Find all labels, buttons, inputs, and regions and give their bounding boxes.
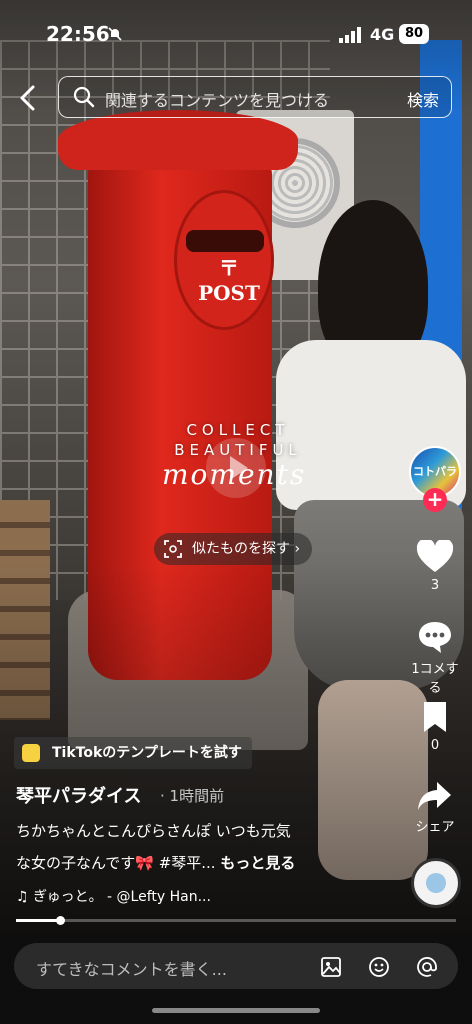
caption-text-2: な女の子なんです🎀 #琴平... bbox=[16, 854, 216, 872]
like-button[interactable]: 3 bbox=[405, 540, 465, 593]
playback-scrubber-handle[interactable] bbox=[56, 916, 65, 925]
caption-line-2: な女の子なんです🎀 #琴平... もっと見る bbox=[16, 852, 295, 873]
overlay-line-3: moments bbox=[162, 458, 307, 491]
music-disc-icon[interactable] bbox=[411, 858, 461, 908]
find-similar-button[interactable]: 似たものを探す › bbox=[154, 533, 313, 565]
signal-icon bbox=[339, 27, 361, 43]
template-label: TikTokのテンプレートを試す bbox=[52, 745, 242, 761]
comment-count: 1コメする bbox=[411, 662, 459, 696]
back-arrow-icon[interactable] bbox=[16, 84, 40, 112]
scan-icon bbox=[164, 540, 182, 558]
music-label[interactable]: ♫ ぎゅっと。 - @Lefty Han... bbox=[16, 886, 211, 906]
template-chip[interactable]: TikTokのテンプレートを試す bbox=[14, 737, 252, 769]
post-time: · 1時間前 bbox=[160, 787, 225, 805]
author-name[interactable]: 琴平パラダイス bbox=[16, 782, 141, 808]
comment-button[interactable]: 1コメする bbox=[405, 620, 465, 696]
battery-level: 80 bbox=[399, 24, 429, 44]
playback-progress-fill bbox=[16, 919, 60, 922]
save-count: 0 bbox=[430, 738, 440, 753]
share-arrow-icon bbox=[418, 782, 451, 810]
share-label: シェア bbox=[415, 820, 455, 835]
comment-input[interactable]: すてきなコメントを書く... bbox=[14, 943, 458, 989]
overlay-line-1: COLLECT bbox=[186, 421, 290, 439]
home-indicator bbox=[152, 1008, 320, 1013]
share-button[interactable]: シェア bbox=[405, 780, 465, 835]
like-count: 3 bbox=[430, 578, 440, 593]
follow-plus-button[interactable]: + bbox=[423, 488, 447, 512]
search-icon bbox=[73, 86, 95, 108]
comment-bubble-icon bbox=[419, 622, 451, 653]
image-icon[interactable] bbox=[320, 956, 342, 978]
emoji-icon[interactable] bbox=[368, 956, 390, 978]
search-button[interactable]: 検索 bbox=[407, 87, 439, 111]
see-more-link[interactable]: もっと見る bbox=[220, 854, 295, 872]
avatar-text: コトパラ bbox=[413, 465, 457, 478]
playback-progress-bar[interactable] bbox=[16, 916, 456, 925]
search-bar[interactable]: 関連するコンテンツを見つける 検索 bbox=[58, 76, 452, 118]
template-icon bbox=[22, 744, 40, 762]
find-similar-label: 似たものを探す bbox=[192, 541, 290, 557]
status-bar: 22:56 4G 80 bbox=[0, 0, 472, 64]
status-time: 22:56 bbox=[46, 22, 110, 46]
caption-line-1: ちかちゃんとこんぴらさんぽ いつも元気 bbox=[16, 822, 291, 840]
bookmark-icon bbox=[424, 702, 446, 732]
bell-muted-icon bbox=[108, 27, 122, 41]
search-placeholder: 関連するコンテンツを見つける bbox=[105, 91, 330, 110]
network-label: 4G bbox=[370, 25, 395, 44]
heart-icon bbox=[416, 540, 454, 572]
save-button[interactable]: 0 bbox=[405, 700, 465, 753]
comment-placeholder: すてきなコメントを書く... bbox=[36, 960, 227, 979]
mention-icon[interactable] bbox=[416, 956, 438, 978]
